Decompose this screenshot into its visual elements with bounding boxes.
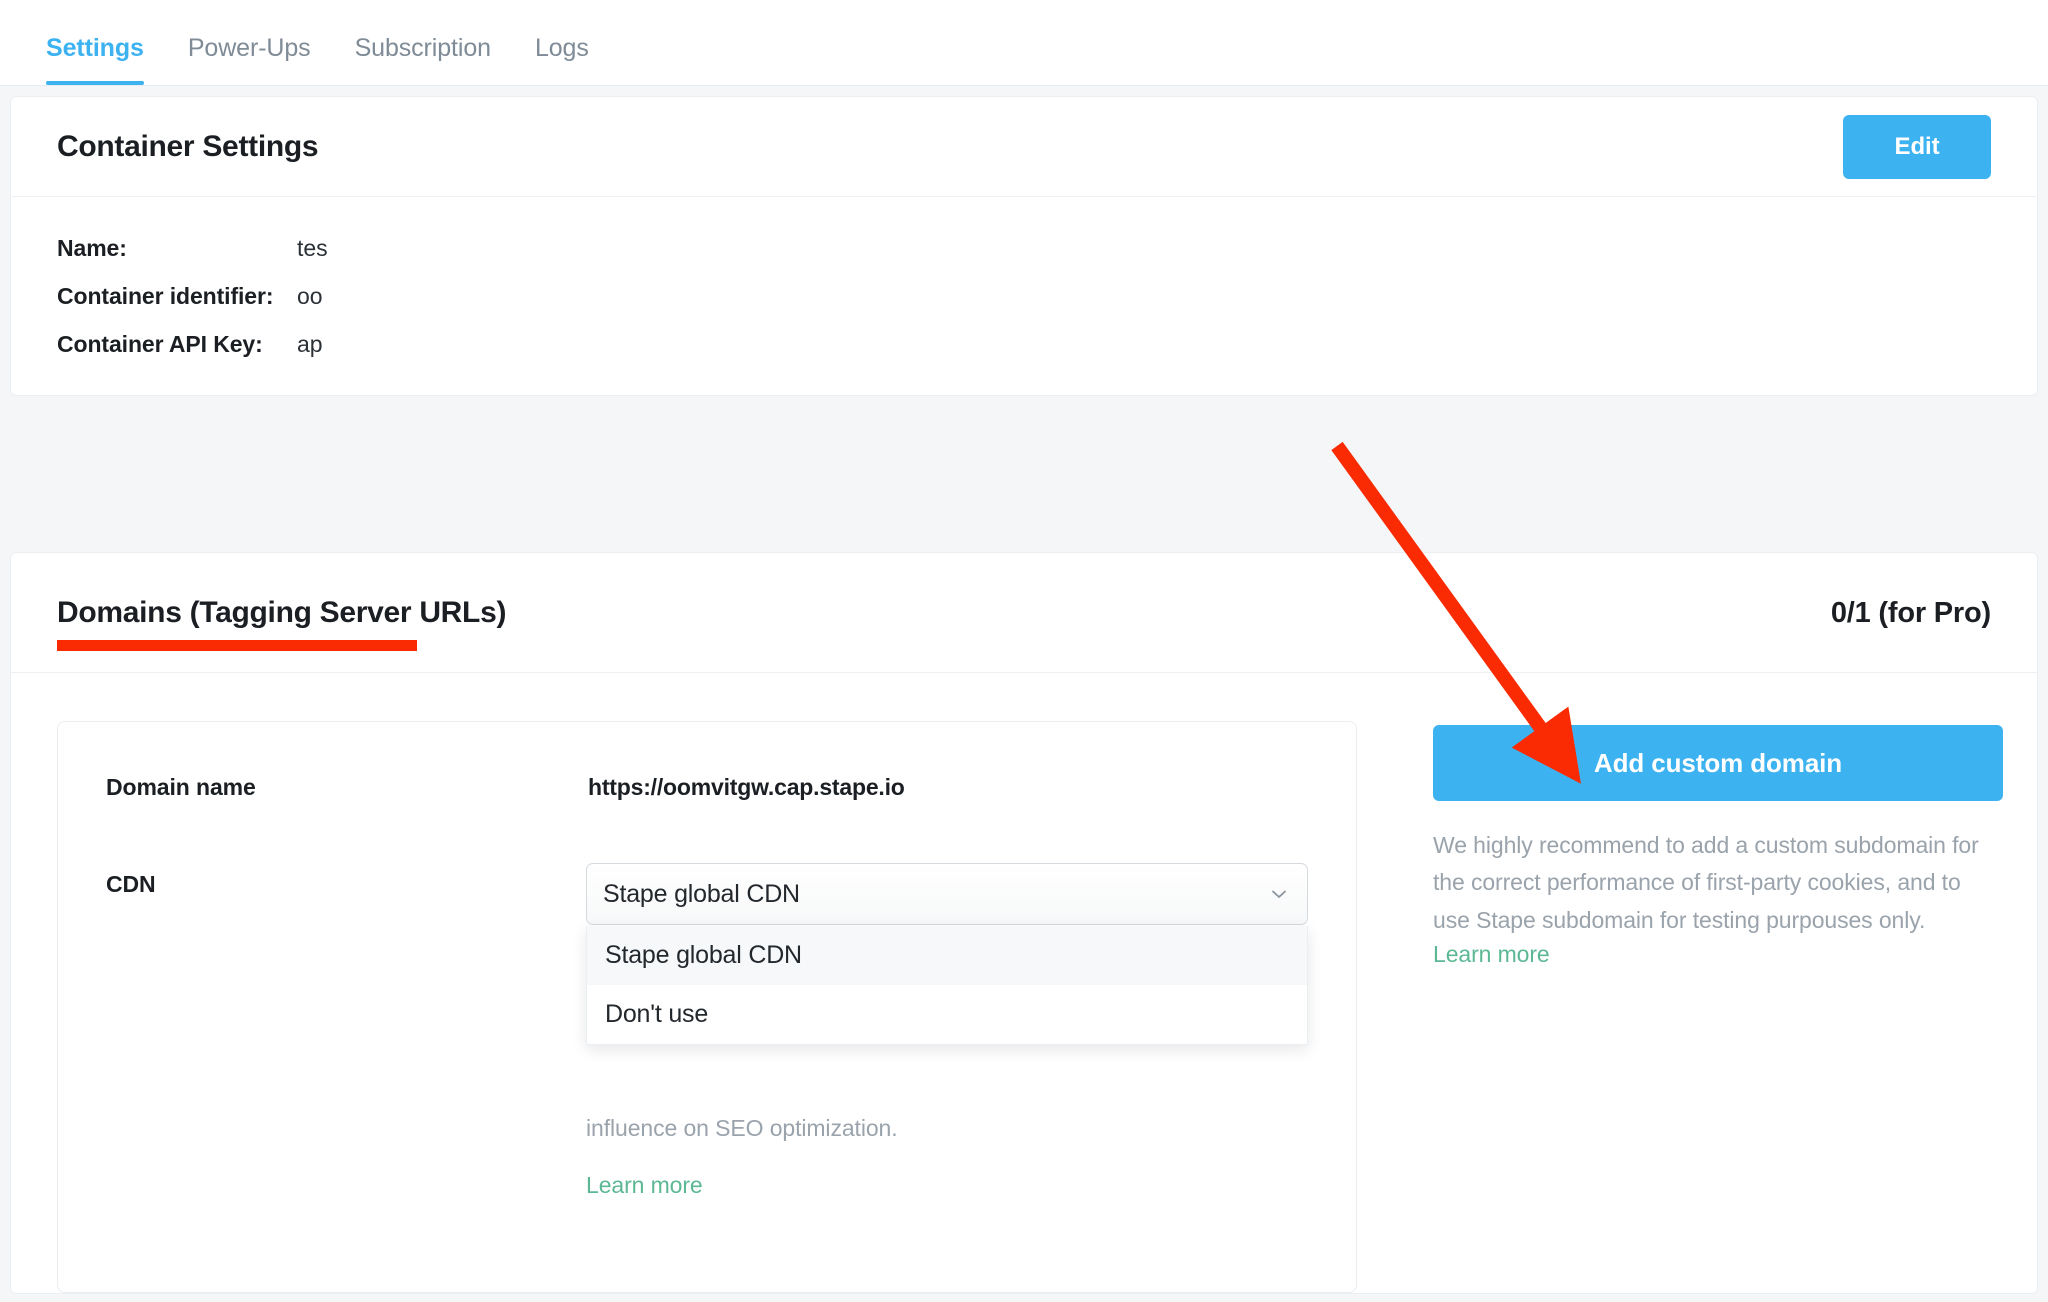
tab-subscription[interactable]: Subscription	[355, 34, 491, 85]
container-settings-header: Container Settings Edit	[11, 97, 2037, 197]
domain-name-label: Domain name	[106, 766, 588, 801]
field-label-container-api-key: Container API Key:	[57, 331, 297, 358]
field-value-container-identifier: oo	[297, 283, 323, 310]
domain-name-value: https://oomvitgw.cap.stape.io	[588, 766, 905, 801]
chevron-down-icon	[1269, 884, 1289, 904]
container-settings-card: Container Settings Edit Name: tes Contai…	[10, 96, 2038, 396]
cdn-option-stape-global-cdn[interactable]: Stape global CDN	[587, 926, 1307, 985]
settings-page: Settings Power-Ups Subscription Logs Con…	[0, 0, 2048, 1302]
domains-count-badge: 0/1 (for Pro)	[1831, 597, 1991, 630]
page-title: Container Settings	[57, 130, 318, 164]
domain-detail-card: Domain name https://oomvitgw.cap.stape.i…	[57, 721, 1357, 1293]
tab-settings[interactable]: Settings	[46, 34, 144, 85]
tab-power-ups[interactable]: Power-Ups	[188, 34, 311, 85]
red-underline-annotation	[57, 640, 417, 651]
add-custom-domain-button[interactable]: Add custom domain	[1433, 725, 2003, 801]
domains-body: Domain name https://oomvitgw.cap.stape.i…	[11, 673, 2037, 1293]
cdn-field: Stape global CDN Stape global CDN Don't …	[586, 863, 1308, 1199]
field-value-container-api-key: ap	[297, 331, 323, 358]
cdn-learn-more-link[interactable]: Learn more	[586, 1172, 703, 1199]
tab-logs[interactable]: Logs	[535, 34, 589, 85]
domains-header: Domains (Tagging Server URLs) 0/1 (for P…	[11, 553, 2037, 673]
edit-button[interactable]: Edit	[1843, 115, 1991, 179]
cdn-select[interactable]: Stape global CDN	[586, 863, 1308, 925]
cdn-label: CDN	[106, 863, 586, 898]
domain-name-row: Domain name https://oomvitgw.cap.stape.i…	[106, 766, 1308, 801]
field-label-name: Name:	[57, 235, 297, 262]
add-domain-aside: Add custom domain We highly recommend to…	[1433, 721, 2003, 1293]
domains-card: Domains (Tagging Server URLs) 0/1 (for P…	[10, 552, 2038, 1294]
cdn-dropdown-menu[interactable]: Stape global CDN Don't use	[586, 926, 1308, 1045]
domains-title-text: Domains (Tagging Server URLs)	[57, 596, 506, 629]
field-value-name: tes	[297, 235, 328, 262]
cdn-row: CDN Stape global CDN Stape global CD	[106, 863, 1308, 1199]
cdn-helper-text: influence on SEO optimization.	[586, 1111, 1308, 1146]
field-row-container-api-key: Container API Key: ap	[57, 331, 1991, 361]
tab-bar: Settings Power-Ups Subscription Logs	[0, 0, 2048, 86]
aside-learn-more-link[interactable]: Learn more	[1433, 941, 1550, 968]
field-label-container-identifier: Container identifier:	[57, 283, 297, 310]
field-row-container-identifier: Container identifier: oo	[57, 283, 1991, 313]
container-settings-fields: Name: tes Container identifier: oo Conta…	[11, 197, 2037, 361]
add-domain-description: We highly recommend to add a custom subd…	[1433, 827, 2003, 939]
domains-title: Domains (Tagging Server URLs)	[57, 596, 506, 630]
cdn-select-value: Stape global CDN	[603, 880, 800, 909]
cdn-option-dont-use[interactable]: Don't use	[587, 985, 1307, 1044]
field-row-name: Name: tes	[57, 235, 1991, 265]
